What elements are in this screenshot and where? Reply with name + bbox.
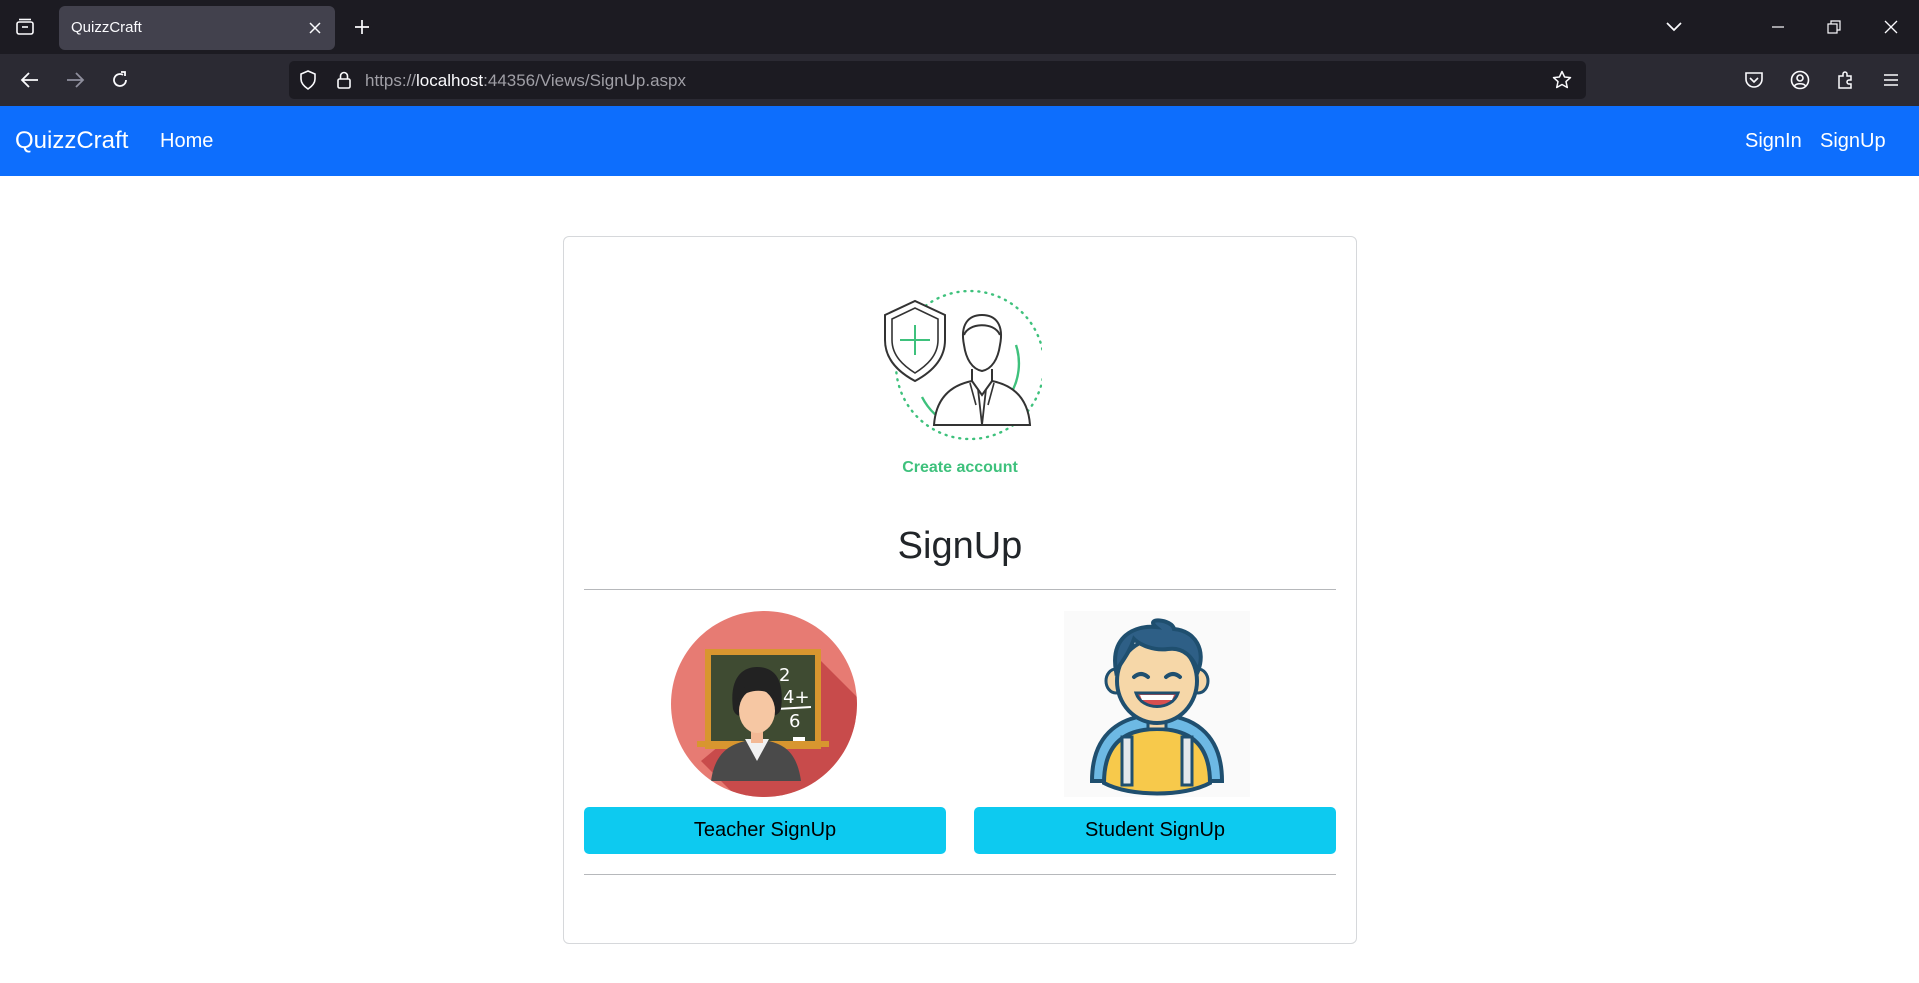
forward-icon[interactable]: [61, 66, 89, 94]
url-host: localhost: [416, 71, 484, 90]
shield-icon[interactable]: [297, 69, 319, 91]
student-signup-button[interactable]: Student SignUp: [974, 807, 1336, 854]
signup-card: Create account SignUp 2 4+ 6 Teacher Sig…: [563, 236, 1357, 944]
browser-tab[interactable]: QuizzCraft: [59, 6, 335, 50]
close-window-icon[interactable]: [1878, 14, 1904, 40]
pocket-icon[interactable]: [1740, 66, 1768, 94]
create-account-label: Create account: [902, 459, 1018, 476]
tab-list-icon[interactable]: [12, 14, 38, 40]
divider: [584, 589, 1336, 590]
nav-link-signup[interactable]: SignUp: [1820, 130, 1886, 153]
url-text: https://localhost:44356/Views/SignUp.asp…: [365, 71, 686, 91]
nav-link-home[interactable]: Home: [160, 130, 213, 153]
browser-tab-bar: QuizzCraft: [0, 0, 1919, 54]
close-icon[interactable]: [305, 18, 325, 38]
extensions-icon[interactable]: [1832, 66, 1860, 94]
star-icon[interactable]: [1551, 69, 1573, 91]
nav-link-signin[interactable]: SignIn: [1745, 130, 1802, 153]
back-icon[interactable]: [16, 66, 44, 94]
tab-title: QuizzCraft: [71, 19, 142, 36]
chevron-down-icon[interactable]: [1661, 14, 1687, 40]
browser-nav-bar: https://localhost:44356/Views/SignUp.asp…: [0, 54, 1919, 107]
brand-link[interactable]: QuizzCraft: [15, 127, 128, 155]
minimize-icon[interactable]: [1765, 14, 1791, 40]
lock-icon[interactable]: [333, 69, 355, 91]
menu-icon[interactable]: [1877, 66, 1905, 94]
teacher-signup-button[interactable]: Teacher SignUp: [584, 807, 946, 854]
svg-text:4+: 4+: [783, 687, 810, 708]
url-rest: :44356/Views/SignUp.aspx: [483, 71, 687, 90]
account-icon[interactable]: [1786, 66, 1814, 94]
divider: [584, 874, 1336, 875]
student-avatar: [1064, 611, 1250, 797]
svg-text:2: 2: [779, 665, 790, 686]
url-bar[interactable]: https://localhost:44356/Views/SignUp.asp…: [289, 61, 1586, 99]
page-title: SignUp: [897, 525, 1023, 567]
teacher-avatar: 2 4+ 6: [671, 611, 857, 797]
reload-icon[interactable]: [106, 66, 134, 94]
site-navbar: QuizzCraft Home SignIn SignUp: [0, 106, 1919, 176]
restore-icon[interactable]: [1821, 14, 1847, 40]
url-prefix: https://: [365, 71, 417, 90]
create-account-illustration: [884, 289, 1042, 441]
svg-text:6: 6: [789, 711, 800, 732]
plus-icon[interactable]: [350, 14, 374, 40]
